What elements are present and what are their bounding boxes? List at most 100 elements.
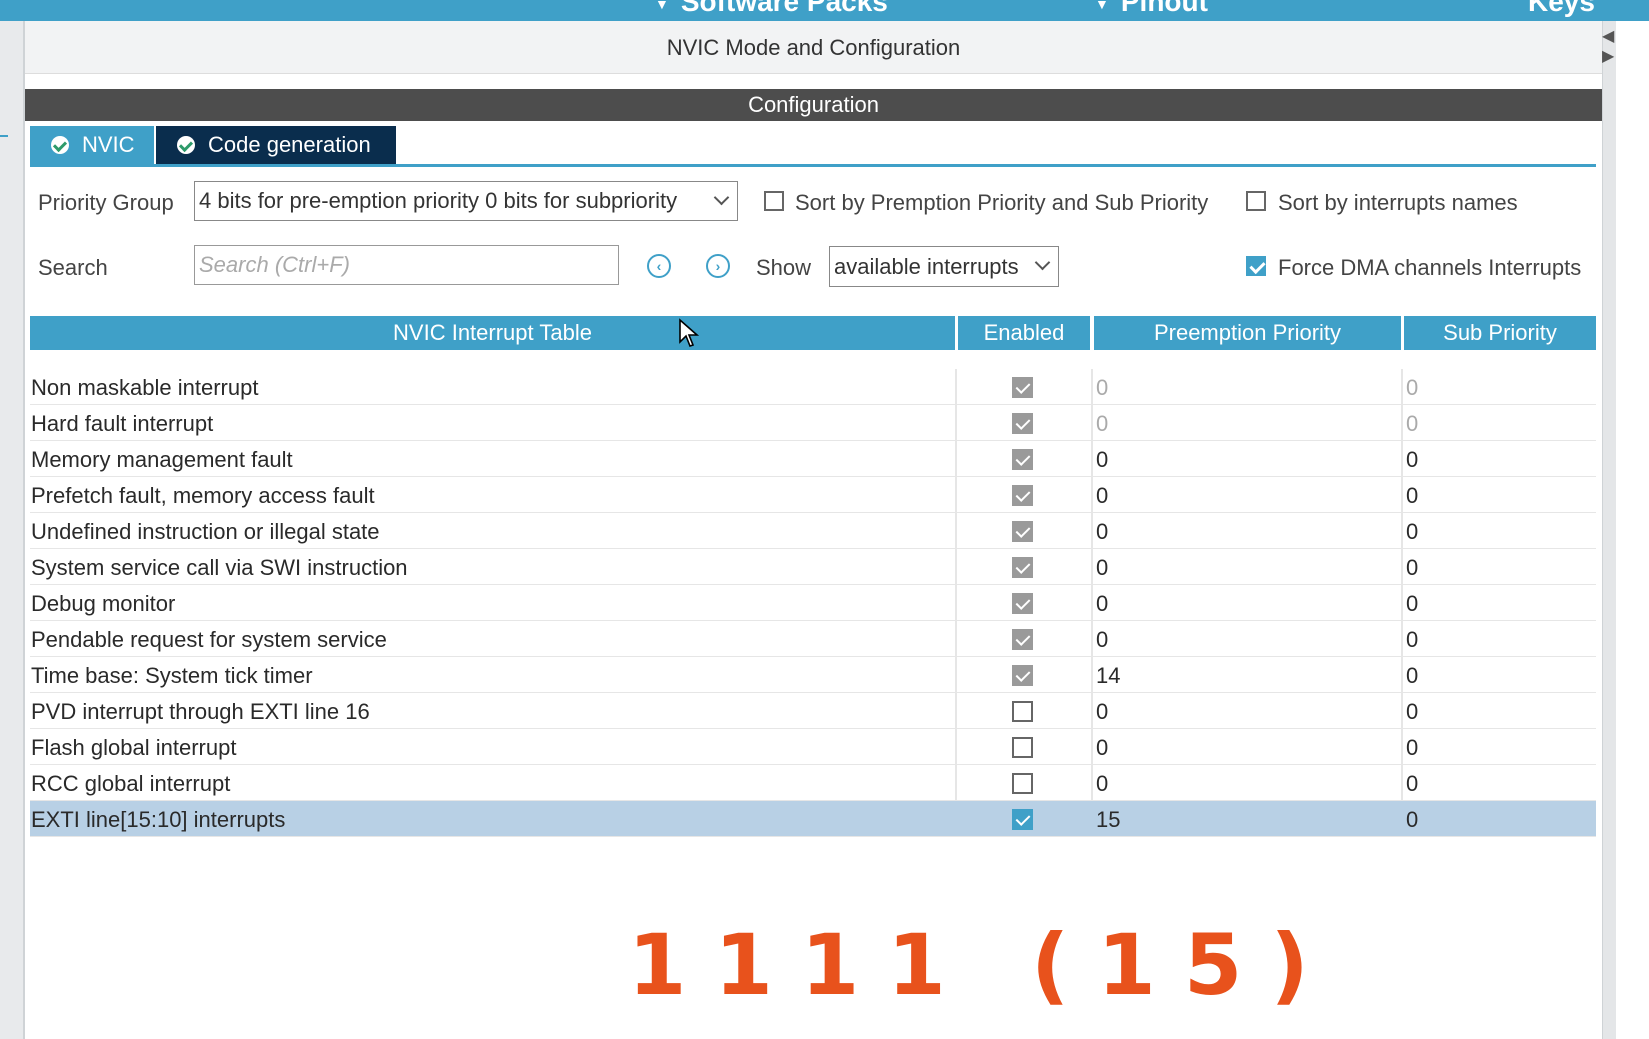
- table-row[interactable]: Prefetch fault, memory access fault 0 0: [30, 477, 1596, 513]
- enabled-checkbox[interactable]: [1012, 377, 1033, 398]
- tab-code-generation-label: Code generation: [208, 132, 371, 157]
- interrupt-name: Memory management fault: [31, 447, 293, 472]
- table-row[interactable]: PVD interrupt through EXTI line 16 0 0: [30, 693, 1596, 729]
- table-header-preemption[interactable]: Preemption Priority: [1094, 316, 1401, 350]
- preemption-priority-cell[interactable]: 0: [1096, 771, 1108, 797]
- table-header-enabled[interactable]: Enabled: [958, 316, 1090, 350]
- sub-priority-cell[interactable]: 0: [1406, 411, 1418, 437]
- chevron-down-icon: ▼: [1095, 0, 1109, 12]
- tab-underline: [30, 164, 1596, 167]
- interrupt-name: System service call via SWI instruction: [31, 555, 408, 580]
- table-row[interactable]: Non maskable interrupt 0 0: [30, 369, 1596, 405]
- interrupt-name: Prefetch fault, memory access fault: [31, 483, 375, 508]
- interrupt-name: Undefined instruction or illegal state: [31, 519, 380, 544]
- preemption-priority-cell[interactable]: 0: [1096, 447, 1108, 473]
- preemption-priority-cell[interactable]: 14: [1096, 663, 1120, 689]
- enabled-checkbox[interactable]: [1012, 413, 1033, 434]
- tab-nvic-label: NVIC: [82, 132, 135, 157]
- top-menu-bar: ▼ Software Packs ▼ Pinout Keys: [0, 0, 1649, 21]
- priority-group-value: 4 bits for pre-emption priority 0 bits f…: [199, 188, 678, 213]
- sub-priority-cell[interactable]: 0: [1406, 555, 1418, 581]
- preemption-priority-cell[interactable]: 0: [1096, 375, 1108, 401]
- table-row[interactable]: Memory management fault 0 0: [30, 441, 1596, 477]
- preemption-priority-cell[interactable]: 0: [1096, 627, 1108, 653]
- menu-pinout[interactable]: ▼ Pinout: [1095, 0, 1208, 18]
- priority-group-select[interactable]: 4 bits for pre-emption priority 0 bits f…: [194, 181, 738, 221]
- table-row[interactable]: RCC global interrupt 0 0: [30, 765, 1596, 801]
- table-header-sub-priority[interactable]: Sub Priority: [1404, 316, 1596, 350]
- collapse-arrows-icon[interactable]: ◀ ▶: [1602, 27, 1614, 67]
- search-input[interactable]: [194, 245, 619, 285]
- check-circle-icon: [51, 136, 69, 154]
- menu-software-packs-label: Software Packs: [680, 0, 888, 17]
- table-row[interactable]: Flash global interrupt 0 0: [30, 729, 1596, 765]
- sub-priority-cell[interactable]: 0: [1406, 483, 1418, 509]
- show-select[interactable]: available interrupts: [829, 246, 1059, 287]
- sub-priority-cell[interactable]: 0: [1406, 807, 1418, 833]
- right-panel-edge: ◀ ▶: [1602, 21, 1649, 1039]
- force-dma-checkbox[interactable]: [1246, 256, 1266, 276]
- table-header-interrupt[interactable]: NVIC Interrupt Table: [30, 316, 955, 350]
- interrupt-name: Pendable request for system service: [31, 627, 387, 652]
- enabled-checkbox[interactable]: [1012, 701, 1033, 722]
- sub-priority-cell[interactable]: 0: [1406, 699, 1418, 725]
- table-row[interactable]: Hard fault interrupt 0 0: [30, 405, 1596, 441]
- table-row[interactable]: Pendable request for system service 0 0: [30, 621, 1596, 657]
- sub-priority-cell[interactable]: 0: [1406, 663, 1418, 689]
- sort-names-checkbox[interactable]: [1246, 191, 1266, 211]
- enabled-checkbox[interactable]: [1012, 809, 1033, 830]
- sub-priority-cell[interactable]: 0: [1406, 375, 1418, 401]
- enabled-checkbox[interactable]: [1012, 737, 1033, 758]
- enabled-checkbox[interactable]: [1012, 449, 1033, 470]
- binary-annotation: 1111 (15): [628, 916, 1337, 1014]
- mouse-cursor-icon: [679, 318, 700, 347]
- table-row[interactable]: Time base: System tick timer 14 0: [30, 657, 1596, 693]
- sub-priority-cell[interactable]: 0: [1406, 627, 1418, 653]
- panel-marker: [0, 135, 8, 137]
- interrupt-name: Hard fault interrupt: [31, 411, 214, 436]
- preemption-priority-cell[interactable]: 0: [1096, 699, 1108, 725]
- enabled-checkbox[interactable]: [1012, 485, 1033, 506]
- interrupt-name: Non maskable interrupt: [31, 375, 259, 400]
- table-row[interactable]: EXTI line[15:10] interrupts 15 0: [30, 801, 1596, 837]
- search-next-icon[interactable]: ›: [706, 254, 730, 278]
- preemption-priority-cell[interactable]: 0: [1096, 411, 1108, 437]
- enabled-checkbox[interactable]: [1012, 773, 1033, 794]
- page-title: NVIC Mode and Configuration: [666, 35, 961, 60]
- preemption-priority-cell[interactable]: 0: [1096, 555, 1108, 581]
- enabled-checkbox[interactable]: [1012, 665, 1033, 686]
- brand-text: Keys: [1528, 0, 1595, 17]
- preemption-priority-cell[interactable]: 0: [1096, 591, 1108, 617]
- enabled-checkbox[interactable]: [1012, 521, 1033, 542]
- interrupt-name: RCC global interrupt: [31, 771, 231, 796]
- panel-splitter[interactable]: [1602, 21, 1616, 1039]
- enabled-checkbox[interactable]: [1012, 593, 1033, 614]
- chevron-down-icon: [1034, 254, 1051, 271]
- force-dma-label: Force DMA channels Interrupts: [1278, 255, 1582, 280]
- sub-priority-cell[interactable]: 0: [1406, 519, 1418, 545]
- sub-priority-cell[interactable]: 0: [1406, 447, 1418, 473]
- menu-pinout-label: Pinout: [1120, 0, 1208, 17]
- preemption-priority-cell[interactable]: 0: [1096, 735, 1108, 761]
- sort-names-label: Sort by interrupts names: [1278, 190, 1518, 215]
- sub-priority-cell[interactable]: 0: [1406, 735, 1418, 761]
- menu-software-packs[interactable]: ▼ Software Packs: [655, 0, 888, 18]
- tab-nvic[interactable]: NVIC: [30, 126, 154, 164]
- table-row[interactable]: Undefined instruction or illegal state 0 0: [30, 513, 1596, 549]
- table-row[interactable]: Debug monitor 0 0: [30, 585, 1596, 621]
- tab-code-generation[interactable]: Code generation: [156, 126, 396, 164]
- interrupt-name: EXTI line[15:10] interrupts: [31, 807, 286, 832]
- preemption-priority-cell[interactable]: 15: [1096, 807, 1120, 833]
- mode-header: NVIC Mode and Configuration: [25, 21, 1602, 74]
- search-previous-icon[interactable]: ‹: [647, 254, 671, 278]
- sub-priority-cell[interactable]: 0: [1406, 771, 1418, 797]
- preemption-priority-cell[interactable]: 0: [1096, 483, 1108, 509]
- enabled-checkbox[interactable]: [1012, 557, 1033, 578]
- sort-preemption-checkbox[interactable]: [764, 191, 784, 211]
- sub-priority-cell[interactable]: 0: [1406, 591, 1418, 617]
- interrupt-name: PVD interrupt through EXTI line 16: [31, 699, 370, 724]
- preemption-priority-cell[interactable]: 0: [1096, 519, 1108, 545]
- enabled-checkbox[interactable]: [1012, 629, 1033, 650]
- table-row[interactable]: System service call via SWI instruction 0…: [30, 549, 1596, 585]
- configuration-bar: Configuration: [25, 89, 1602, 121]
